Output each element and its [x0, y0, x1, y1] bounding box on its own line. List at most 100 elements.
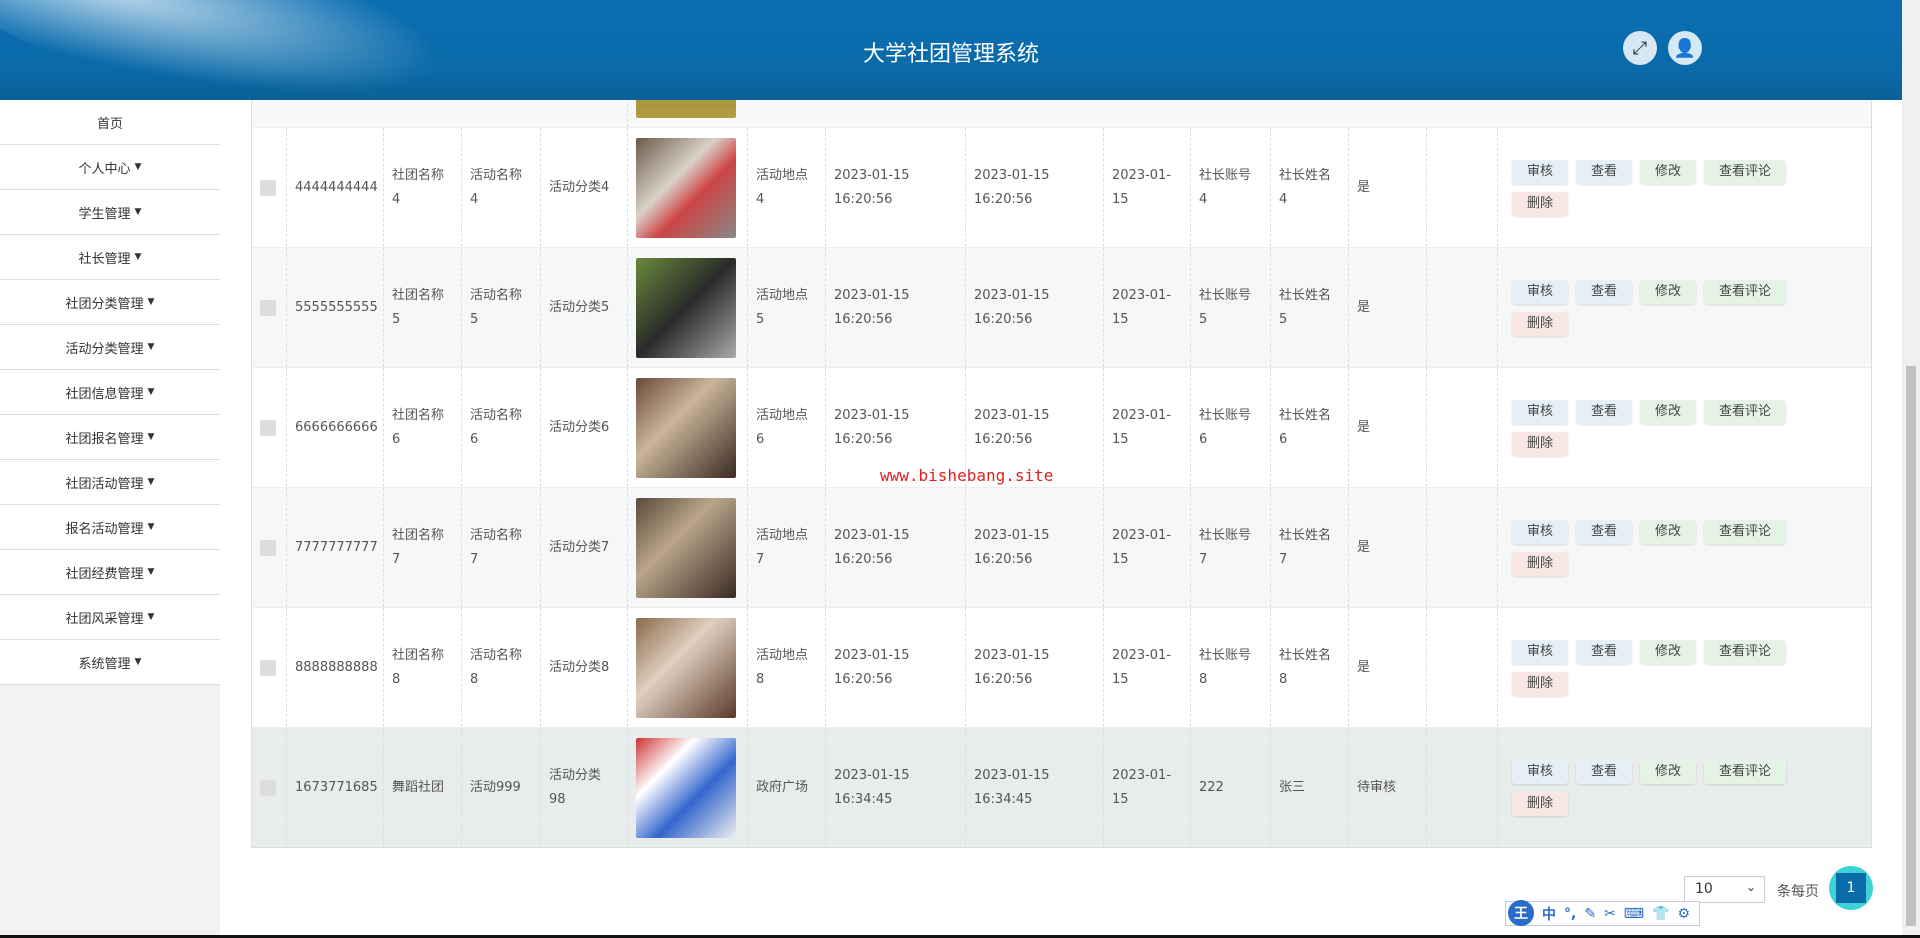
cell-date: 2023-01- 15: [1103, 608, 1190, 727]
ime-toolbar: 王 中 °, ✎ ✂ ⌨ 👕 ⚙: [1505, 899, 1700, 926]
table-row: 4444444444 社团名称 4 活动名称 4 活动分类4 活动地点 4 2023-01…: [252, 128, 1871, 248]
review-button[interactable]: 审核: [1512, 639, 1569, 664]
sidebar-item[interactable]: 个人中心 ▼: [0, 145, 220, 190]
cell-text: 社团名称 4: [392, 167, 445, 207]
sidebar-item[interactable]: 社团经费管理 ▼: [0, 550, 220, 595]
cell-text: 活动名称 8: [470, 647, 523, 687]
sidebar-item[interactable]: 社团风采管理 ▼: [0, 595, 220, 640]
sidebar-item[interactable]: 首页: [0, 100, 220, 145]
review-button[interactable]: 审核: [1512, 519, 1569, 544]
cell-acts: 审核 查看 修改 查看评论 删除: [1497, 368, 1871, 487]
review-button[interactable]: 审核: [1512, 759, 1569, 784]
cell-blank: [1426, 128, 1497, 247]
sidebar-item-label: 学生管理: [78, 206, 131, 222]
view-comments-button[interactable]: 查看评论: [1704, 519, 1787, 544]
view-button[interactable]: 查看: [1576, 399, 1633, 424]
cell-text: 活动分类5: [549, 299, 610, 315]
edit-button[interactable]: 修改: [1640, 159, 1697, 184]
caret-down-icon: ▼: [147, 297, 155, 307]
row-checkbox[interactable]: [260, 179, 276, 196]
edit-button[interactable]: 修改: [1640, 399, 1697, 424]
fullscreen-button[interactable]: ⤢: [1623, 31, 1657, 65]
row-checkbox[interactable]: [260, 539, 276, 556]
delete-button[interactable]: 删除: [1512, 431, 1569, 456]
cell-text: 活动地点 8: [756, 647, 809, 687]
cell-id: 1673771685: [286, 728, 383, 847]
view-button[interactable]: 查看: [1576, 639, 1633, 664]
cell-club: 社团名称 4: [383, 128, 461, 247]
delete-button[interactable]: 删除: [1512, 791, 1569, 816]
view-comments-button[interactable]: 查看评论: [1704, 759, 1787, 784]
edit-button[interactable]: 修改: [1640, 279, 1697, 304]
sidebar-item[interactable]: 活动分类管理 ▼: [0, 325, 220, 370]
edit-button[interactable]: 修改: [1640, 759, 1697, 784]
page-size-select[interactable]: 10 ⌄: [1684, 876, 1765, 903]
cell-acts: 审核 查看 修改 查看评论 删除: [1497, 248, 1871, 367]
cell-img: [627, 128, 747, 247]
ime-logo[interactable]: 王: [1508, 899, 1534, 926]
user-button[interactable]: 👤: [1668, 31, 1702, 65]
scissors-icon[interactable]: ✂: [1604, 906, 1616, 922]
view-button[interactable]: 查看: [1576, 759, 1633, 784]
row-checkbox[interactable]: [260, 779, 276, 796]
review-button[interactable]: 审核: [1512, 159, 1569, 184]
sidebar-item[interactable]: 学生管理 ▼: [0, 190, 220, 235]
page-button-1[interactable]: 1: [1829, 866, 1873, 910]
sidebar-item[interactable]: 社团活动管理 ▼: [0, 460, 220, 505]
sidebar-item[interactable]: 社长管理 ▼: [0, 235, 220, 280]
cell-text: 2023-01-15 16:20:56: [974, 407, 1050, 447]
keyboard-icon[interactable]: ⌨: [1624, 906, 1644, 922]
cell-club: 舞蹈社团: [383, 728, 461, 847]
sidebar-item[interactable]: 社团报名管理 ▼: [0, 415, 220, 460]
scrollbar[interactable]: [1902, 0, 1920, 938]
view-button[interactable]: 查看: [1576, 519, 1633, 544]
view-comments-button[interactable]: 查看评论: [1704, 399, 1787, 424]
scrollbar-thumb[interactable]: [1906, 366, 1916, 926]
cell-date: 2023-01- 15: [1103, 248, 1190, 367]
gear-icon[interactable]: ⚙: [1677, 906, 1690, 922]
view-button[interactable]: 查看: [1576, 159, 1633, 184]
cell-text: 1673771685: [295, 779, 378, 795]
cell-text: 活动分类6: [549, 419, 610, 435]
cell-text: 2023-01- 15: [1112, 167, 1172, 207]
edit-button[interactable]: 修改: [1640, 639, 1697, 664]
cell-status: 是: [1348, 368, 1426, 487]
review-button[interactable]: 审核: [1512, 399, 1569, 424]
sidebar-item[interactable]: 社团分类管理 ▼: [0, 280, 220, 325]
view-button[interactable]: 查看: [1576, 279, 1633, 304]
delete-button[interactable]: 删除: [1512, 671, 1569, 696]
review-button[interactable]: 审核: [1512, 279, 1569, 304]
cell-text: 活动地点 5: [756, 287, 809, 327]
cell-location: 活动地点 4: [747, 128, 825, 247]
cell-activity: 活动名称 6: [461, 368, 540, 487]
row-checkbox[interactable]: [260, 419, 276, 436]
cell-category: 活动分类8: [540, 608, 627, 727]
view-comments-button[interactable]: 查看评论: [1704, 639, 1787, 664]
punctuation-icon[interactable]: °,: [1564, 906, 1576, 922]
view-comments-button[interactable]: 查看评论: [1704, 159, 1787, 184]
caret-down-icon: ▼: [134, 207, 142, 217]
cell-text: 活动分类 98: [549, 767, 602, 807]
row-checkbox[interactable]: [260, 299, 276, 316]
cell-text: 社长姓名 7: [1279, 527, 1332, 567]
table-row-partial: [252, 100, 1871, 128]
cell-cb: [252, 608, 286, 727]
delete-button[interactable]: 删除: [1512, 191, 1569, 216]
sidebar-item[interactable]: 报名活动管理 ▼: [0, 505, 220, 550]
sidebar-item[interactable]: 社团信息管理 ▼: [0, 370, 220, 415]
delete-button[interactable]: 删除: [1512, 311, 1569, 336]
sidebar-item[interactable]: 系统管理 ▼: [0, 640, 220, 685]
view-comments-button[interactable]: 查看评论: [1704, 279, 1787, 304]
row-checkbox[interactable]: [260, 659, 276, 676]
pen-icon[interactable]: ✎: [1584, 906, 1596, 922]
shirt-icon[interactable]: 👕: [1652, 906, 1669, 922]
ime-mode[interactable]: 中: [1542, 904, 1556, 924]
cell-text: 222: [1199, 779, 1224, 795]
table-row: 6666666666 社团名称 6 活动名称 6 活动分类6 活动地点 6 2023-01…: [252, 368, 1871, 488]
delete-button[interactable]: 删除: [1512, 551, 1569, 576]
edit-button[interactable]: 修改: [1640, 519, 1697, 544]
table-row: 1673771685 舞蹈社团 活动999 活动分类 98 政府广场 2023-01-15…: [252, 728, 1871, 847]
cell-location: 政府广场: [747, 728, 825, 847]
cell-id: 5555555555: [286, 248, 383, 367]
sidebar-item-label: 报名活动管理: [65, 521, 144, 537]
